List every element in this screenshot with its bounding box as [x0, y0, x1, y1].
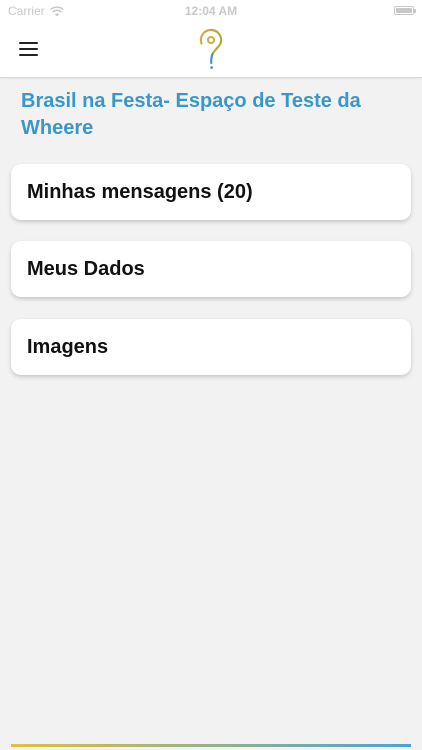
menu-item-minhas-mensagens[interactable]: Minhas mensagens (20) — [11, 164, 411, 220]
status-bar: Carrier 12:04 AM — [0, 0, 422, 22]
nav-bar — [0, 22, 422, 78]
menu-item-label: Imagens — [27, 336, 109, 358]
map-pin-logo — [199, 28, 223, 69]
menu-item-label: Minhas mensagens (20) — [27, 181, 253, 203]
status-time: 12:04 AM — [184, 4, 238, 18]
menu-item-imagens[interactable]: Imagens — [11, 319, 411, 375]
bottom-accent-bar — [11, 744, 411, 747]
menu-item-meus-dados[interactable]: Meus Dados — [11, 241, 411, 297]
hamburger-menu-icon[interactable] — [19, 42, 39, 58]
battery-icon — [394, 6, 416, 15]
menu-item-label: Meus Dados — [27, 258, 145, 280]
page-title: Brasil na Festa- Espaço de Teste da Whee… — [21, 90, 361, 139]
